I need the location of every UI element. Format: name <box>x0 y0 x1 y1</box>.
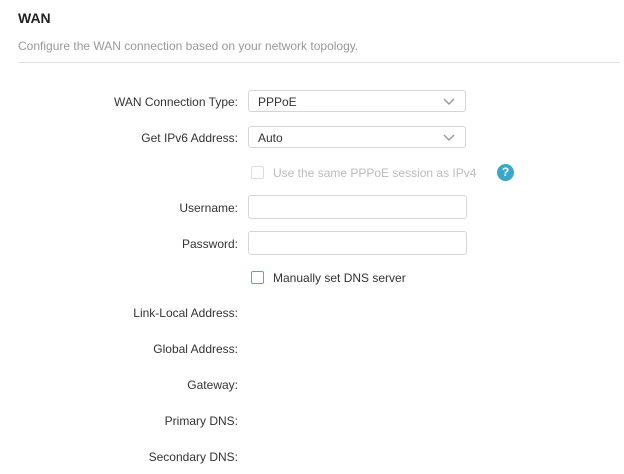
same-session-label: Use the same PPPoE session as IPv4 <box>273 166 477 180</box>
ipv6-address-select[interactable]: Auto <box>248 126 466 148</box>
password-label: Password: <box>181 237 238 251</box>
primary-dns-label: Primary DNS: <box>164 414 238 428</box>
section-divider <box>18 62 620 63</box>
ipv6-address-label: Get IPv6 Address: <box>141 131 238 145</box>
wan-connection-type-value: PPPoE <box>258 95 297 109</box>
gateway-label: Gateway: <box>187 378 238 392</box>
help-icon[interactable]: ? <box>497 164 514 181</box>
link-local-address-label: Link-Local Address: <box>133 306 238 320</box>
chevron-down-icon <box>443 98 455 105</box>
manual-dns-label: Manually set DNS server <box>273 271 406 285</box>
username-input[interactable] <box>248 195 467 219</box>
wan-connection-type-label: WAN Connection Type: <box>113 95 238 109</box>
global-address-label: Global Address: <box>153 342 238 356</box>
same-session-checkbox[interactable] <box>251 166 264 179</box>
section-title: WAN <box>18 10 51 26</box>
wan-connection-type-select[interactable]: PPPoE <box>248 90 466 112</box>
section-description: Configure the WAN connection based on yo… <box>18 39 359 53</box>
secondary-dns-label: Secondary DNS: <box>148 450 238 464</box>
ipv6-address-value: Auto <box>258 131 283 145</box>
chevron-down-icon <box>443 134 455 141</box>
username-label: Username: <box>179 201 238 215</box>
password-input[interactable] <box>248 231 467 255</box>
manual-dns-checkbox[interactable] <box>251 271 264 284</box>
